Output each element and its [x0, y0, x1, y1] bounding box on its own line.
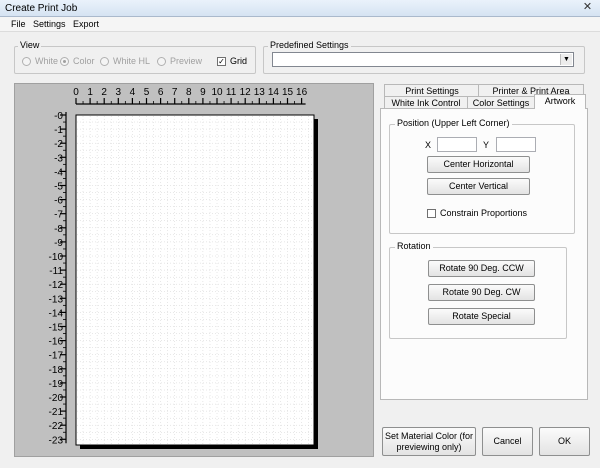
radio-icon: [157, 56, 166, 66]
radio-icon: [100, 56, 109, 66]
view-options: White Color White HL Preview ✓ Grid: [22, 55, 252, 67]
rotate-cw-button[interactable]: Rotate 90 Deg. CW: [428, 284, 535, 301]
view-radio-white-hl-label: White HL: [113, 56, 151, 66]
ruler-label: 9: [200, 87, 206, 98]
artwork-tab-panel: Position (Upper Left Corner) X Y Center …: [380, 108, 588, 400]
ruler-label: 3: [116, 87, 122, 98]
close-icon[interactable]: ✕: [581, 2, 594, 14]
ruler-label: -19: [49, 379, 64, 390]
ruler-label: 6: [158, 87, 164, 98]
ruler-label: -9: [54, 238, 63, 249]
ok-button[interactable]: OK: [539, 427, 590, 456]
ruler-label: 0: [73, 87, 79, 98]
ruler-label: 11: [226, 87, 237, 98]
horizontal-ruler: 0 1 2 3 4 5 6 7 8 9 10 11 12 13 14 15 16: [73, 87, 308, 105]
ruler-label: 16: [296, 87, 308, 98]
constrain-proportions-checkbox[interactable]: Constrain Proportions: [427, 208, 527, 218]
ruler-label: -18: [49, 365, 64, 376]
tab-artwork[interactable]: Artwork: [534, 94, 586, 109]
ruler-label: -23: [49, 435, 64, 446]
menu-file[interactable]: File: [11, 19, 26, 29]
ruler-label: 8: [186, 87, 192, 98]
position-group-label: Position (Upper Left Corner): [395, 118, 512, 128]
ruler-label: 12: [240, 87, 252, 98]
ruler-label: -15: [49, 323, 64, 334]
vertical-ruler: -0 -1 -2 -3 -4 -5 -6 -7 -8 -9 -10 -11 -12 -13 -14 -15 -1…: [49, 111, 67, 446]
checkbox-icon: [427, 208, 436, 218]
predefined-settings-dropdown[interactable]: ▼: [272, 52, 574, 67]
ruler-label: -3: [54, 153, 63, 164]
ruler-label: 10: [211, 87, 223, 98]
view-radio-preview-label: Preview: [170, 56, 203, 66]
checkbox-checked-icon: ✓: [217, 56, 226, 66]
ruler-label: -17: [49, 351, 64, 362]
ruler-label: -0: [54, 111, 63, 122]
ruler-label: 13: [254, 87, 266, 98]
ruler-label: 2: [101, 87, 107, 98]
ruler-label: -14: [49, 308, 64, 319]
center-horizontal-button[interactable]: Center Horizontal: [427, 156, 530, 173]
x-label: X: [425, 140, 432, 150]
view-radio-preview[interactable]: Preview: [157, 55, 202, 67]
menu-bar: File Settings Export: [0, 17, 600, 32]
ruler-label: -22: [49, 421, 64, 432]
print-canvas[interactable]: 0 1 2 3 4 5 6 7 8 9 10 11 12 13 14 15 16 -0-1-2-3-4-5-6-…: [15, 84, 373, 456]
window-title: Create Print Job: [5, 3, 78, 14]
title-bar: Create Print Job ✕: [0, 0, 600, 17]
chevron-down-icon[interactable]: ▼: [560, 54, 572, 65]
constrain-proportions-label: Constrain Proportions: [440, 208, 528, 218]
view-group-label: View: [18, 40, 42, 50]
ruler-label: -6: [54, 196, 63, 207]
view-radio-white[interactable]: White: [22, 55, 58, 67]
menu-export[interactable]: Export: [73, 19, 99, 29]
rotation-group-label: Rotation: [395, 241, 433, 251]
predefined-settings-label: Predefined Settings: [268, 40, 351, 50]
y-position-input[interactable]: [496, 137, 536, 152]
ruler-label: -21: [49, 407, 64, 418]
view-radio-white-hl[interactable]: White HL: [100, 55, 150, 67]
ruler-label: 1: [87, 87, 93, 98]
ruler-label: -7: [54, 210, 63, 221]
radio-selected-icon: [60, 56, 69, 66]
ruler-label: -20: [49, 393, 64, 404]
ruler-label: -2: [54, 139, 63, 150]
radio-icon: [22, 56, 31, 66]
view-radio-color[interactable]: Color: [60, 55, 95, 67]
rotate-special-button[interactable]: Rotate Special: [428, 308, 535, 325]
center-vertical-button[interactable]: Center Vertical: [427, 178, 530, 195]
set-material-color-button[interactable]: Set Material Color (for previewing only): [382, 427, 476, 456]
ruler-label: -1: [54, 125, 63, 136]
ruler-label: -4: [54, 167, 63, 178]
y-label: Y: [483, 140, 490, 150]
ruler-label: -16: [49, 337, 64, 348]
view-radio-white-label: White: [35, 56, 59, 66]
ruler-label: -5: [54, 182, 63, 193]
ruler-label: 4: [130, 87, 136, 98]
ruler-label: 15: [282, 87, 294, 98]
ruler-label: 14: [268, 87, 280, 98]
ruler-label: -11: [49, 266, 63, 277]
view-radio-color-label: Color: [73, 56, 95, 66]
ruler-label: -10: [49, 252, 64, 263]
cancel-button[interactable]: Cancel: [482, 427, 533, 456]
menu-settings[interactable]: Settings: [33, 19, 66, 29]
rotate-ccw-button[interactable]: Rotate 90 Deg. CCW: [428, 260, 535, 277]
ruler-label: 7: [172, 87, 178, 98]
grid-checkbox-label: Grid: [230, 56, 248, 66]
ruler-label: -13: [49, 294, 64, 305]
ruler-label: -12: [49, 280, 64, 291]
grid-checkbox[interactable]: ✓ Grid: [217, 55, 247, 67]
ruler-label: 5: [144, 87, 150, 98]
print-canvas-area: 0 1 2 3 4 5 6 7 8 9 10 11 12 13 14 15 16 -0 -1 -2 -3 -4 -5 -6-…: [14, 83, 374, 457]
x-position-input[interactable]: [437, 137, 477, 152]
ruler-label: -8: [54, 224, 63, 235]
